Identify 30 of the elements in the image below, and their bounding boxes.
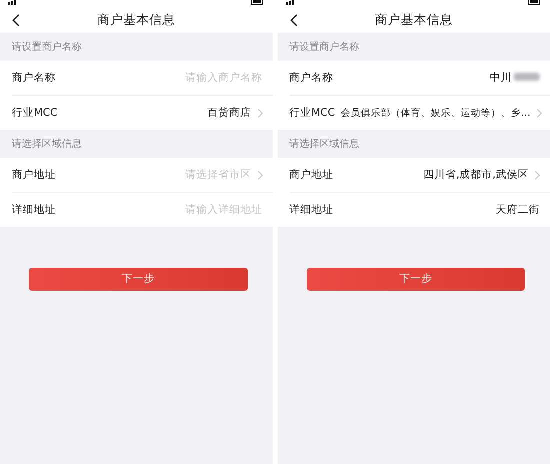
field-label: 行业MCC [12,106,58,120]
redaction-mark [514,73,540,81]
page-title: 商户基本信息 [97,12,176,29]
section-title: 请设置商户名称 [290,40,360,54]
section-title: 请选择区域信息 [290,138,360,151]
battery-icon [528,0,542,5]
field-value[interactable]: 中川 [340,71,540,85]
field-value[interactable]: 会员俱乐部（体育、娱乐、运动等）、乡… [341,106,531,120]
field-value[interactable]: 天府二街 [340,203,540,217]
back-icon[interactable] [290,14,298,27]
next-button[interactable]: 下一步 [306,268,525,290]
chevron-icon [536,108,542,118]
chevron-icon [535,170,540,180]
field-value[interactable]: 四川省,成都市,武侯区 [340,168,529,182]
field-label: 行业MCC [290,106,336,120]
page-title: 商户基本信息 [374,12,453,29]
back-icon[interactable] [12,14,20,27]
section-title: 请设置商户名称 [12,40,82,54]
chevron-icon [258,108,262,118]
next-button[interactable]: 下一步 [29,268,248,290]
chevron-icon [258,170,262,180]
field-label: 详细地址 [290,203,334,217]
field-label: 商户地址 [12,168,56,182]
battery-icon [250,0,264,5]
field-label: 商户名称 [290,71,334,85]
field-label: 商户地址 [290,168,334,182]
field-label: 商户名称 [12,71,56,85]
section-title: 请选择区域信息 [12,138,82,151]
field-label: 详细地址 [12,203,56,217]
field-value[interactable]: 百货商店 [64,106,252,120]
